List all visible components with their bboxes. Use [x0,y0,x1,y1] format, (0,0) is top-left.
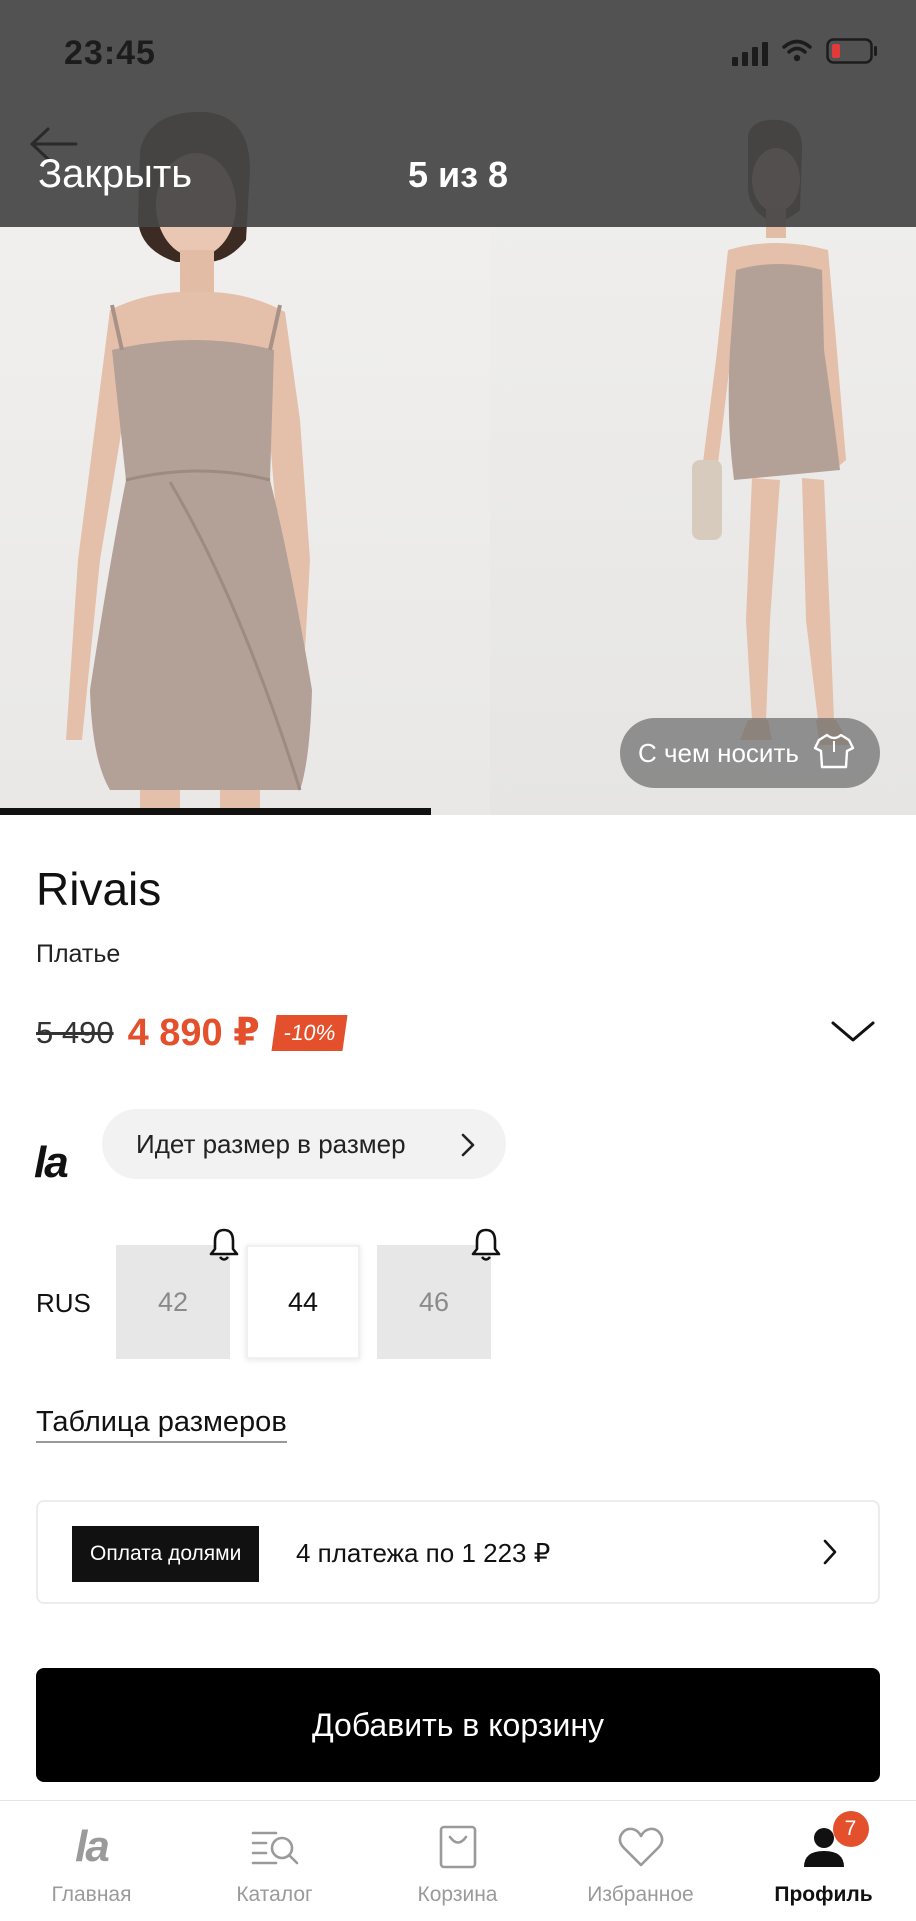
bottom-tab-bar: la Главная Каталог Корзина Избранное 7 П… [0,1800,916,1921]
tab-favorites[interactable]: Избранное [549,1801,732,1921]
profile-notification-badge: 7 [832,1811,869,1847]
fit-advice-button[interactable]: Идет размер в размер [102,1109,506,1179]
notify-bell-icon[interactable] [469,1227,503,1263]
size-system-label: RUS [36,1288,91,1318]
tab-profile[interactable]: 7 Профиль [732,1801,915,1921]
gallery-progress [0,808,916,815]
tab-label: Профиль [774,1883,873,1906]
outfit-icon [813,732,855,775]
tab-label: Избранное [587,1883,694,1906]
price-row: 5 490 4 890 ₽ -10% [36,1010,348,1055]
what-to-wear-label: С чем носить [638,737,799,768]
installments-badge: Оплата долями [72,1526,260,1582]
current-price: 4 890 ₽ [127,1012,260,1054]
expand-price-chevron-icon[interactable] [830,1018,876,1046]
fit-advice-text: Идет размер в размер [136,1128,406,1159]
status-icons [732,38,878,69]
notify-bell-icon[interactable] [207,1227,241,1263]
status-time: 23:45 [64,34,156,72]
wifi-icon [782,39,812,68]
chevron-right-icon [461,1133,475,1157]
heart-icon [618,1827,663,1867]
catalog-search-icon [251,1831,298,1865]
battery-low-icon [826,38,878,69]
tab-label: Корзина [417,1883,498,1906]
tab-home[interactable]: la Главная [0,1801,183,1921]
product-category: Платье [36,940,121,968]
installments-card[interactable]: Оплата долями 4 платежа по 1 223 ₽ [36,1500,880,1604]
tab-cart[interactable]: Корзина [366,1801,549,1921]
photo-counter: 5 из 8 [407,154,509,195]
tab-catalog[interactable]: Каталог [183,1801,366,1921]
chevron-right-icon [823,1539,837,1565]
gallery-top-bar: 23:45 Закрыть 5 из 8 [0,0,916,227]
discount-badge: -10% [271,1014,348,1051]
old-price: 5 490 [36,1014,114,1050]
tab-label: Главная [51,1883,132,1906]
tab-label: Каталог [236,1883,313,1906]
cellular-signal-icon [732,41,768,66]
installments-text: 4 платежа по 1 223 ₽ [296,1538,551,1568]
add-to-cart-button[interactable]: Добавить в корзину [36,1668,880,1782]
la-logo-icon: la [75,1822,110,1871]
gallery-progress-fill [0,808,431,815]
product-brand[interactable]: Rivais [36,862,161,916]
size-table-link[interactable]: Таблица размеров [36,1406,287,1443]
size-option-44[interactable]: 44 [246,1245,360,1359]
shopping-bag-icon [439,1825,476,1869]
what-to-wear-button[interactable]: С чем носить [620,718,880,788]
la-logo: la [34,1138,69,1187]
